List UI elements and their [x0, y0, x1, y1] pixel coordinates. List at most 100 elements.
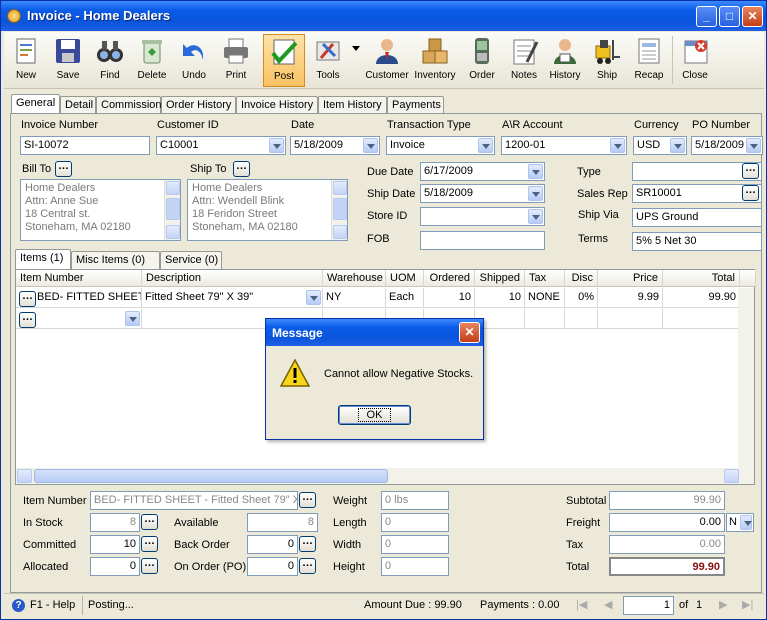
chevron-down-icon[interactable] — [610, 138, 625, 153]
tools-dropdown-icon[interactable] — [352, 46, 360, 51]
scroll-up-icon[interactable] — [166, 181, 180, 195]
col-total[interactable]: Total — [663, 270, 740, 287]
on-order-lookup-button[interactable]: … — [299, 558, 316, 574]
chevron-down-icon[interactable] — [478, 138, 493, 153]
table-row-disc[interactable]: 0% — [565, 288, 598, 308]
col-shipped[interactable]: Shipped — [475, 270, 525, 287]
col-description[interactable]: Description — [142, 270, 323, 287]
scroll-right-icon[interactable] — [724, 469, 739, 483]
due-date-picker[interactable]: 6/17/2009 — [420, 162, 545, 181]
sales-rep-lookup-button[interactable]: … — [742, 185, 759, 201]
chevron-down-icon[interactable] — [746, 138, 761, 153]
maximize-button[interactable]: □ — [719, 6, 740, 27]
grid-horizontal-scrollbar[interactable] — [16, 468, 754, 484]
scroll-thumb[interactable] — [166, 198, 180, 220]
help-icon[interactable]: ? — [12, 599, 25, 612]
bill-to-scrollbar[interactable] — [164, 180, 180, 240]
table-row-uom[interactable]: Each — [386, 288, 424, 308]
ok-button[interactable]: OK — [338, 405, 411, 425]
scroll-thumb[interactable] — [333, 198, 347, 220]
chevron-down-icon[interactable] — [269, 138, 284, 153]
tab-order-history[interactable]: Order History — [161, 96, 236, 114]
chevron-down-icon[interactable] — [528, 164, 543, 179]
tab-invoice-history[interactable]: Invoice History — [236, 96, 318, 114]
grid-vertical-scrollbar[interactable] — [738, 288, 754, 468]
first-page-icon[interactable]: |◀ — [576, 598, 587, 611]
table-row-new-cell[interactable] — [525, 309, 565, 329]
tab-misc-items[interactable]: Misc Items (0) — [71, 251, 160, 269]
col-ordered[interactable]: Ordered — [424, 270, 475, 287]
store-id-select[interactable] — [420, 207, 545, 226]
tab-commission[interactable]: Commission — [96, 96, 162, 114]
table-row-new-cell[interactable] — [663, 309, 740, 329]
col-price[interactable]: Price — [598, 270, 663, 287]
committed-lookup-button[interactable]: … — [141, 536, 158, 552]
scroll-down-icon[interactable] — [333, 225, 347, 239]
table-row-new-cell[interactable] — [598, 309, 663, 329]
new-button[interactable]: New — [6, 34, 46, 87]
transaction-type-select[interactable]: Invoice — [386, 136, 495, 155]
chevron-down-icon[interactable] — [528, 186, 543, 201]
date-picker[interactable]: 5/18/2009 — [290, 136, 380, 155]
save-button[interactable]: Save — [48, 34, 88, 87]
tools-button[interactable]: Tools — [308, 34, 348, 87]
table-row-new-cell[interactable] — [565, 309, 598, 329]
next-page-icon[interactable]: ▶ — [719, 598, 727, 611]
order-button[interactable]: Order — [462, 34, 502, 87]
table-row-tax[interactable]: NONE — [525, 288, 565, 308]
currency-select[interactable]: USD — [633, 136, 687, 155]
terms-field[interactable]: 5% 5 Net 30 — [632, 232, 762, 251]
chevron-down-icon[interactable] — [306, 290, 321, 305]
tab-items[interactable]: Items (1) — [15, 249, 71, 269]
minimize-button[interactable]: _ — [696, 6, 717, 27]
recap-button[interactable]: Recap — [629, 34, 669, 87]
fob-field[interactable] — [420, 231, 545, 250]
invoice-number-field[interactable]: SI-10072 — [20, 136, 150, 155]
chevron-down-icon[interactable] — [363, 138, 378, 153]
type-lookup-button[interactable]: … — [742, 163, 759, 179]
item-lookup-button[interactable]: … — [19, 291, 36, 307]
help-hint[interactable]: F1 - Help — [30, 599, 75, 611]
bill-to-lookup-button[interactable]: … — [55, 161, 72, 177]
col-item-number[interactable]: Item Number — [16, 270, 142, 287]
customer-button[interactable]: Customer — [364, 34, 410, 87]
chevron-down-icon[interactable] — [125, 311, 140, 326]
ship-to-address[interactable]: Home Dealers Attn: Wendell Blink 18 Feri… — [187, 179, 348, 241]
inventory-button[interactable]: Inventory — [412, 34, 458, 87]
table-row-ordered[interactable]: 10 — [424, 288, 475, 308]
tab-item-history[interactable]: Item History — [318, 96, 387, 114]
col-warehouse[interactable]: Warehouse — [323, 270, 386, 287]
chevron-down-icon[interactable] — [528, 209, 543, 224]
customer-id-select[interactable]: C10001 — [156, 136, 286, 155]
scroll-thumb[interactable] — [34, 469, 388, 483]
scroll-up-icon[interactable] — [333, 181, 347, 195]
tab-service[interactable]: Service (0) — [160, 251, 222, 269]
table-row-description[interactable]: Fitted Sheet 79" X 39" — [142, 288, 323, 308]
allocated-lookup-button[interactable]: … — [141, 558, 158, 574]
table-row-warehouse[interactable]: NY — [323, 288, 386, 308]
dialog-close-button[interactable]: ✕ — [459, 322, 480, 343]
post-button[interactable]: Post — [263, 34, 305, 87]
col-tax[interactable]: Tax — [525, 270, 565, 287]
find-button[interactable]: Find — [90, 34, 130, 87]
close-window-button[interactable]: ✕ — [742, 6, 763, 27]
tab-detail[interactable]: Detail — [60, 96, 96, 114]
new-item-lookup-button[interactable]: … — [19, 312, 36, 328]
col-disc[interactable]: Disc — [565, 270, 598, 287]
notes-button[interactable]: Notes — [504, 34, 544, 87]
ship-via-field[interactable]: UPS Ground — [632, 208, 762, 227]
prev-page-icon[interactable]: ◀ — [604, 598, 612, 611]
freight-code-select[interactable]: N — [726, 513, 754, 532]
ship-button[interactable]: Ship — [587, 34, 627, 87]
chevron-down-icon[interactable] — [740, 515, 752, 530]
back-order-lookup-button[interactable]: … — [299, 536, 316, 552]
last-page-icon[interactable]: ▶| — [742, 598, 753, 611]
bill-to-address[interactable]: Home Dealers Attn: Anne Sue 18 Central s… — [20, 179, 181, 241]
col-uom[interactable]: UOM — [386, 270, 424, 287]
scroll-left-icon[interactable] — [17, 469, 32, 483]
tab-general[interactable]: General — [11, 94, 60, 114]
table-row-shipped[interactable]: 10 — [475, 288, 525, 308]
freight-field[interactable]: 0.00 — [609, 513, 725, 532]
table-row-total[interactable]: 99.90 — [663, 288, 740, 308]
chevron-down-icon[interactable] — [670, 138, 685, 153]
